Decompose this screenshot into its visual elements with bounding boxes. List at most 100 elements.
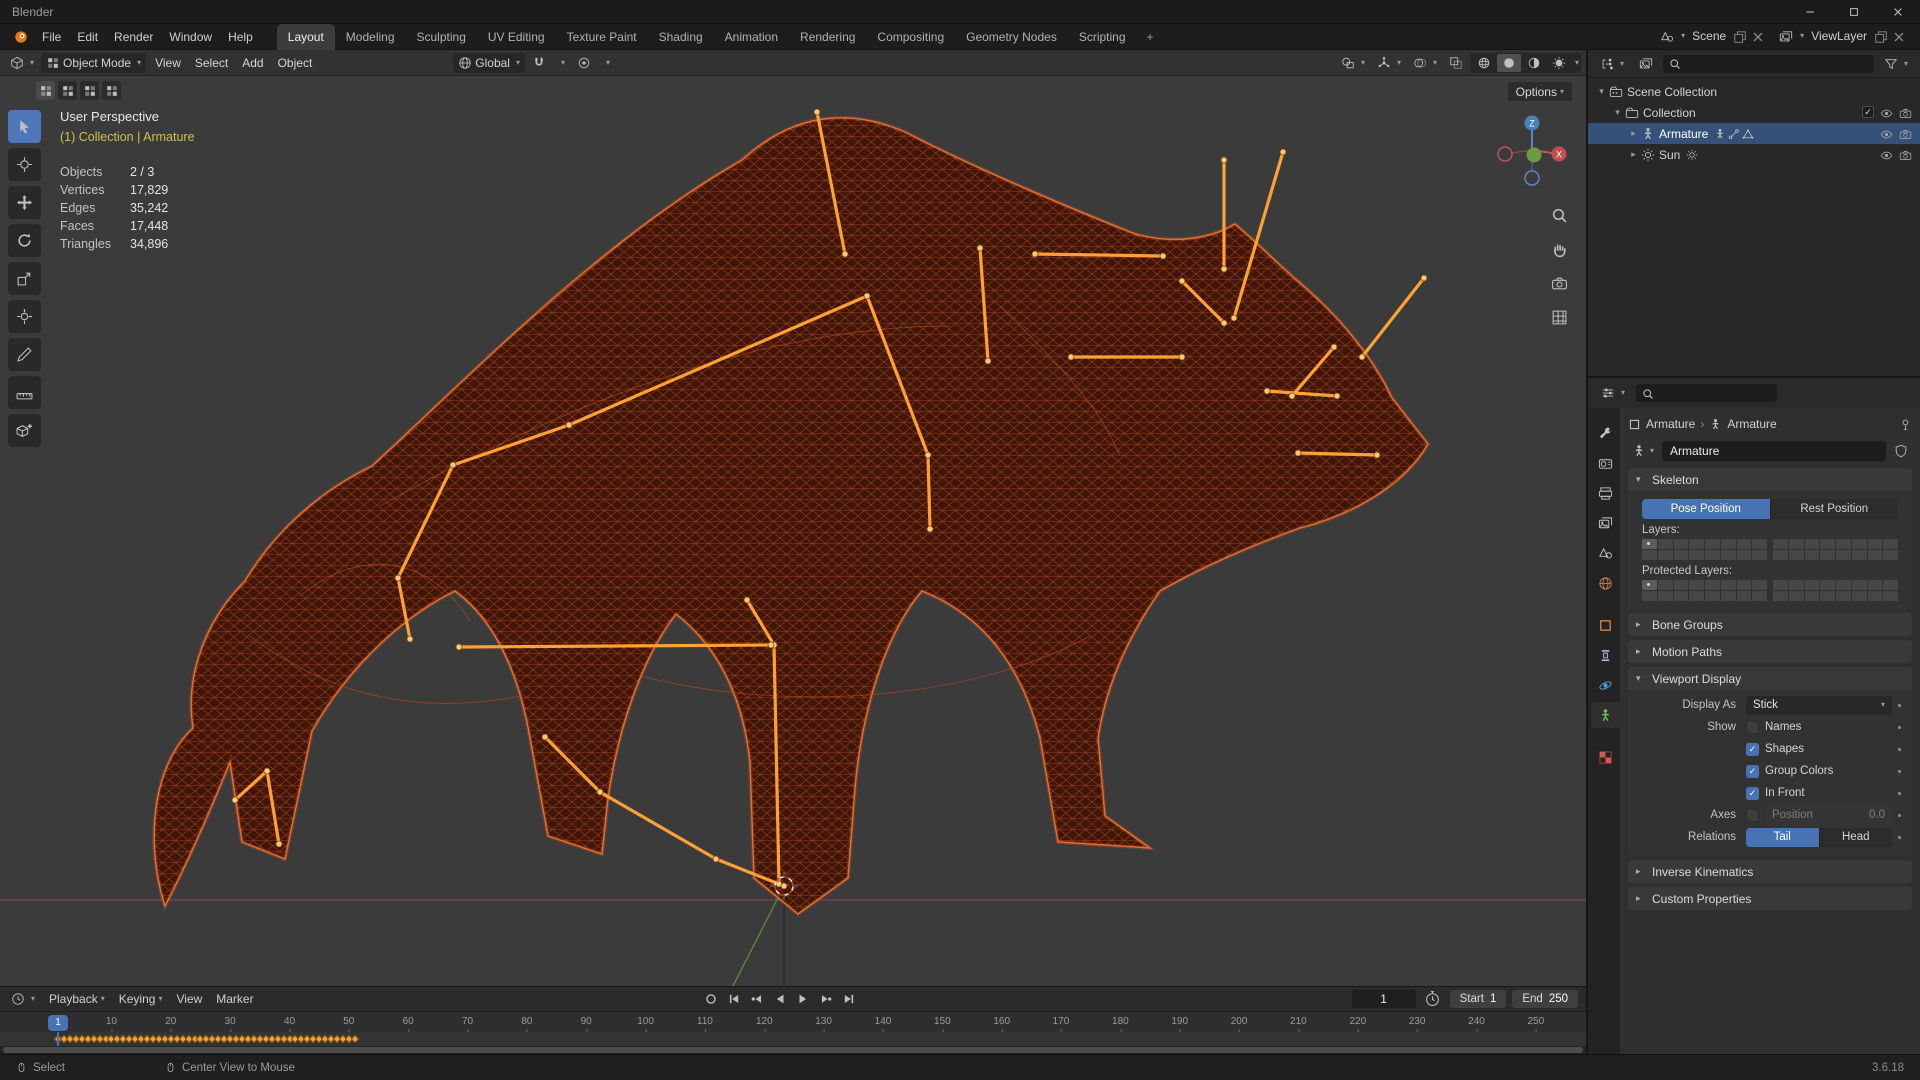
creature-mesh[interactable]	[152, 115, 1430, 916]
armature-layer-cell[interactable]	[1804, 591, 1820, 601]
panel-header-motion-paths[interactable]: ▸ Motion Paths	[1628, 640, 1912, 663]
hide-toggle[interactable]	[1880, 105, 1893, 119]
scrollbar-thumb[interactable]	[3, 1047, 1583, 1054]
armature-layer-cell[interactable]	[1851, 580, 1867, 590]
armature-layer-cell[interactable]	[1883, 550, 1898, 560]
animate-dot[interactable]	[1892, 792, 1906, 795]
shading-rendered-button[interactable]	[1547, 54, 1571, 72]
armature-layer-cell[interactable]	[1705, 539, 1720, 549]
armature-layer-cell[interactable]	[1736, 580, 1752, 590]
disclosure-down-icon[interactable]: ▾	[1594, 86, 1609, 97]
exclude-checkbox[interactable]: ✓	[1862, 106, 1874, 119]
select-mode-option-2[interactable]	[58, 81, 77, 100]
armature-layer-cell[interactable]	[1883, 580, 1898, 590]
disclosure-right-icon[interactable]: ▸	[1626, 128, 1641, 139]
armature-layer-cell[interactable]	[1705, 591, 1720, 601]
select-mode-option-4[interactable]	[102, 81, 121, 100]
properties-tab-constraints[interactable]	[1591, 642, 1620, 668]
armature-layer-cell[interactable]	[1720, 580, 1736, 590]
menu-edit[interactable]: Edit	[69, 24, 106, 50]
armature-layer-cell[interactable]	[1836, 539, 1851, 549]
timeline-menu-marker[interactable]: Marker	[209, 992, 260, 1006]
gizmo-negative-x[interactable]	[1497, 146, 1513, 162]
armature-layer-cell[interactable]	[1689, 539, 1704, 549]
outliner-row-collection[interactable]: ▾ Collection ✓	[1588, 102, 1920, 123]
animate-dot[interactable]	[1892, 704, 1906, 707]
armature-layer-cell[interactable]	[1867, 539, 1883, 549]
properties-tab-object[interactable]	[1591, 612, 1620, 638]
timeline-ruler[interactable]: 1 10 20 30 40 50 60 70 80 90 100 110 120 130 140 150 16…	[0, 1010, 1586, 1033]
add-workspace-button[interactable]: +	[1137, 24, 1164, 50]
datablock-name-field[interactable]: Armature	[1662, 441, 1886, 461]
animate-dot[interactable]	[1892, 770, 1906, 773]
armature-layer-cell[interactable]	[1673, 580, 1689, 590]
animate-dot[interactable]	[1892, 726, 1906, 729]
armature-layer-cell[interactable]	[1820, 591, 1835, 601]
armature-layer-cell[interactable]	[1851, 591, 1867, 601]
armature-layer-cell[interactable]	[1657, 580, 1673, 590]
rest-position-button[interactable]: Rest Position	[1770, 499, 1898, 519]
checkbox-names[interactable]	[1746, 720, 1759, 734]
tool-rotate[interactable]	[8, 224, 41, 257]
pin-id-button[interactable]	[1899, 417, 1912, 431]
workspace-tab-modeling[interactable]: Modeling	[335, 24, 406, 50]
panel-header-custom-properties[interactable]: ▸ Custom Properties	[1628, 887, 1912, 910]
animate-dot[interactable]	[1892, 814, 1906, 817]
render-visibility-toggle[interactable]	[1899, 147, 1912, 161]
armature-layer-cell[interactable]	[1788, 580, 1804, 590]
armature-layer-cell[interactable]	[1689, 591, 1704, 601]
tool-scale[interactable]	[8, 262, 41, 295]
panel-header-skeleton[interactable]: ▾ Skeleton	[1628, 468, 1912, 491]
overlays-dropdown[interactable]: ▾	[1408, 53, 1442, 73]
tool-cursor[interactable]	[8, 148, 41, 181]
orientation-dropdown[interactable]: Global ▾	[453, 52, 525, 73]
properties-tab-scene[interactable]	[1591, 540, 1620, 566]
editor-type-button[interactable]: ▾	[1595, 54, 1629, 74]
select-mode-option-1[interactable]	[36, 81, 55, 100]
armature-layer-cell[interactable]	[1642, 591, 1657, 601]
armature-layer-cell[interactable]	[1736, 550, 1752, 560]
remove-viewlayer-button[interactable]	[1892, 29, 1906, 44]
armature-layer-cell[interactable]	[1720, 539, 1736, 549]
armature-layer-cell[interactable]	[1788, 539, 1804, 549]
tool-move[interactable]	[8, 186, 41, 219]
armature-layer-cell[interactable]	[1773, 539, 1788, 549]
menu-render[interactable]: Render	[106, 24, 161, 50]
workspace-tab-texture-paint[interactable]: Texture Paint	[556, 24, 648, 50]
armature-layer-cell[interactable]	[1836, 550, 1851, 560]
panel-header-inverse-kinematics[interactable]: ▸ Inverse Kinematics	[1628, 860, 1912, 883]
object-visibility-dropdown[interactable]: ▾	[1336, 53, 1370, 73]
armature-layer-cell[interactable]	[1642, 550, 1657, 560]
workspace-tab-uv-editing[interactable]: UV Editing	[477, 24, 556, 50]
tool-add-cube[interactable]	[8, 414, 41, 447]
display-mode-dropdown[interactable]	[1634, 54, 1658, 74]
workspace-tab-shading[interactable]: Shading	[648, 24, 714, 50]
navigation-gizmo[interactable]: Z X	[1490, 108, 1574, 192]
workspace-tab-geometry-nodes[interactable]: Geometry Nodes	[955, 24, 1068, 50]
workspace-tab-scripting[interactable]: Scripting	[1068, 24, 1137, 50]
keyframe-diamond[interactable]	[350, 1035, 360, 1044]
properties-tab-output[interactable]	[1591, 480, 1620, 506]
armature-layer-cell[interactable]	[1673, 591, 1689, 601]
keyframe-strip[interactable]	[0, 1032, 1586, 1047]
use-preview-range-toggle[interactable]	[1422, 988, 1444, 1010]
shading-solid-button[interactable]	[1496, 53, 1521, 72]
armature-layer-cell[interactable]	[1851, 539, 1867, 549]
hide-toggle[interactable]	[1880, 126, 1893, 140]
properties-tab-texture[interactable]	[1591, 744, 1620, 770]
armature-layer-cell[interactable]	[1883, 539, 1898, 549]
timeline-menu-keying[interactable]: Keying ▾	[112, 992, 170, 1006]
render-visibility-toggle[interactable]	[1899, 126, 1912, 140]
filter-button[interactable]: ▾	[1879, 54, 1913, 74]
next-keyframe-button[interactable]	[815, 989, 836, 1008]
pose-position-button[interactable]: Pose Position	[1642, 499, 1771, 519]
armature-layer-cell[interactable]	[1851, 550, 1867, 560]
viewport-menu-view[interactable]: View	[148, 50, 188, 76]
armature-layer-cell[interactable]	[1804, 580, 1820, 590]
properties-tab-render[interactable]	[1591, 450, 1620, 476]
armature-layer-cell[interactable]	[1867, 550, 1883, 560]
workspace-tab-compositing[interactable]: Compositing	[866, 24, 955, 50]
armature-layer-cell[interactable]	[1752, 550, 1767, 560]
panel-header-bone-groups[interactable]: ▸ Bone Groups	[1628, 613, 1912, 636]
current-frame-indicator[interactable]: 1	[48, 1014, 68, 1031]
